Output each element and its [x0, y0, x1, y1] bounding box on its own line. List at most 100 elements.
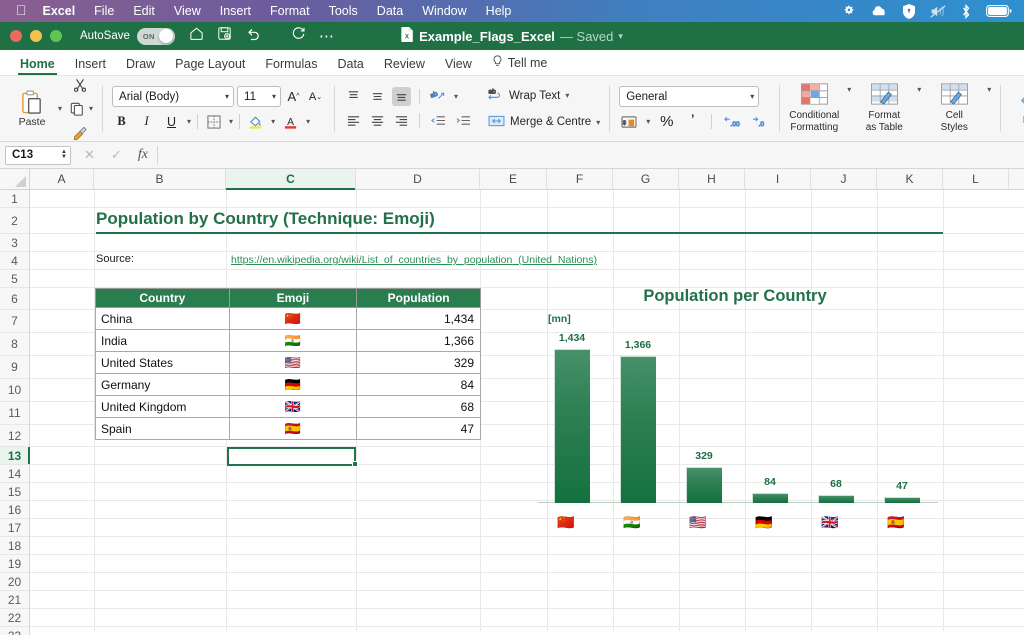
row-header-12[interactable]: 12 [0, 425, 30, 447]
fill-color-icon[interactable] [246, 112, 265, 131]
row-header-20[interactable]: 20 [0, 573, 30, 591]
cancel-icon[interactable]: ✕ [84, 147, 95, 163]
insert-cells-button[interactable]: Insert [1010, 91, 1024, 127]
table-header-emoji[interactable]: Emoji [228, 288, 358, 308]
column-header-K[interactable]: K [877, 169, 943, 189]
confirm-icon[interactable]: ✓ [111, 147, 122, 163]
menu-item-help[interactable]: Help [486, 4, 512, 18]
cell-area[interactable]: Population by Country (Technique: Emoji)… [30, 190, 1024, 631]
row-header-1[interactable]: 1 [0, 190, 30, 208]
decrease-decimal-icon[interactable]: .0 [749, 112, 770, 131]
cell-population-united-states[interactable]: 329 [356, 351, 481, 374]
active-cell-selection[interactable] [227, 447, 356, 466]
font-color-chevron-down-icon[interactable]: ▾ [306, 117, 310, 126]
merge-centre-button[interactable]: Merge & Centre ▾ [488, 114, 600, 131]
cell-emoji-china[interactable]: 🇨🇳 [228, 307, 358, 330]
copy-icon[interactable] [67, 99, 86, 118]
font-name-chevron-down-icon[interactable]: ▾ [225, 92, 229, 101]
orientation-icon[interactable]: ab [428, 87, 449, 106]
format-as-table-button[interactable]: Format as Table [859, 83, 909, 134]
accounting-format-icon[interactable]: $ [619, 112, 639, 131]
cell-emoji-india[interactable]: 🇮🇳 [228, 329, 358, 352]
font-size-input[interactable]: 11 ▾ [237, 86, 282, 107]
undo-chevron-down-icon[interactable]: ▾ [274, 32, 278, 41]
apple-logo-icon[interactable]:  [16, 2, 27, 18]
bluetooth-icon[interactable] [961, 3, 971, 19]
conditional-formatting-chevron-down-icon[interactable]: ▾ [847, 85, 851, 94]
column-header-D[interactable]: D [356, 169, 480, 189]
cell-emoji-united-states[interactable]: 🇺🇸 [228, 351, 358, 374]
cell-country-united-kingdom[interactable]: United Kingdom [95, 395, 230, 418]
table-row[interactable]: United States 🇺🇸 329 [95, 351, 481, 374]
menu-item-format[interactable]: Format [270, 4, 310, 18]
tab-formulas[interactable]: Formulas [255, 55, 327, 75]
align-middle-button[interactable] [368, 87, 387, 106]
row-header-9[interactable]: 9 [0, 356, 30, 379]
table-row[interactable]: United Kingdom 🇬🇧 68 [95, 395, 481, 418]
orientation-chevron-down-icon[interactable]: ▾ [454, 92, 458, 101]
column-header-E[interactable]: E [480, 169, 547, 189]
maximize-window-button[interactable] [50, 30, 62, 42]
name-box[interactable]: C13 ▲ ▼ [5, 145, 71, 165]
cloud-icon[interactable] [871, 5, 888, 17]
number-format-chevron-down-icon[interactable]: ▾ [750, 92, 754, 101]
increase-decimal-icon[interactable]: .00 [721, 112, 742, 131]
undo-icon[interactable] [245, 26, 261, 46]
wrap-text-chevron-down-icon[interactable]: ▾ [565, 91, 569, 100]
tab-view[interactable]: View [435, 55, 482, 75]
battery-icon[interactable] [986, 5, 1012, 17]
row-header-18[interactable]: 18 [0, 537, 30, 555]
align-right-button[interactable] [392, 111, 411, 130]
cell-population-china[interactable]: 1,434 [356, 307, 481, 330]
menu-item-file[interactable]: File [94, 4, 114, 18]
row-header-8[interactable]: 8 [0, 333, 30, 356]
increase-font-size-button[interactable]: A ^ [284, 87, 303, 106]
column-header-J[interactable]: J [811, 169, 877, 189]
table-header-population[interactable]: Population [356, 288, 481, 308]
chart-bar-germany[interactable] [752, 493, 788, 503]
column-header-C[interactable]: C [226, 169, 356, 190]
menu-item-tools[interactable]: Tools [329, 4, 358, 18]
accounting-chevron-down-icon[interactable]: ▾ [646, 117, 650, 126]
underline-chevron-down-icon[interactable]: ▾ [187, 117, 191, 126]
cell-styles-button[interactable]: Cell Styles [929, 83, 979, 134]
row-header-7[interactable]: 7 [0, 310, 30, 333]
tab-insert[interactable]: Insert [65, 55, 116, 75]
tab-tell-me[interactable]: Tell me [482, 53, 558, 75]
cut-icon[interactable] [67, 76, 93, 94]
cell-country-united-states[interactable]: United States [95, 351, 230, 374]
number-format-select[interactable]: General ▾ [619, 86, 760, 107]
table-row[interactable]: Spain 🇪🇸 47 [95, 417, 481, 440]
row-header-11[interactable]: 11 [0, 402, 30, 425]
cell-country-spain[interactable]: Spain [95, 417, 230, 440]
font-color-icon[interactable]: A [281, 112, 300, 131]
cleanmymac-icon[interactable] [842, 4, 856, 18]
row-header-21[interactable]: 21 [0, 591, 30, 609]
tab-home[interactable]: Home [10, 55, 65, 75]
column-header-B[interactable]: B [94, 169, 226, 189]
row-header-5[interactable]: 5 [0, 270, 30, 288]
decrease-font-size-button[interactable]: A ⌄ [306, 87, 325, 106]
close-window-button[interactable] [10, 30, 22, 42]
row-header-13[interactable]: 13 [0, 447, 30, 465]
row-header-4[interactable]: 4 [0, 252, 30, 270]
cell-emoji-germany[interactable]: 🇩🇪 [228, 373, 358, 396]
copy-chevron-down-icon[interactable]: ▾ [89, 104, 93, 113]
borders-chevron-down-icon[interactable]: ▾ [229, 117, 233, 126]
cell-population-india[interactable]: 1,366 [356, 329, 481, 352]
borders-icon[interactable] [204, 112, 223, 131]
conditional-formatting-button[interactable]: Conditional Formatting [789, 83, 839, 134]
menu-item-insert[interactable]: Insert [220, 4, 251, 18]
menu-item-data[interactable]: Data [377, 4, 403, 18]
menu-item-window[interactable]: Window [422, 4, 466, 18]
table-row[interactable]: Germany 🇩🇪 84 [95, 373, 481, 396]
cell-country-india[interactable]: India [95, 329, 230, 352]
comma-style-button[interactable]: ’ [683, 112, 702, 131]
chart-bar-united-states[interactable] [686, 467, 722, 503]
save-icon[interactable] [217, 26, 232, 46]
cell-population-spain[interactable]: 47 [356, 417, 481, 440]
autosave-toggle[interactable]: ON [136, 27, 175, 45]
column-header-L[interactable]: L [943, 169, 1009, 189]
wrap-text-button[interactable]: ab Wrap Text ▾ [488, 87, 600, 105]
row-header-14[interactable]: 14 [0, 465, 30, 483]
